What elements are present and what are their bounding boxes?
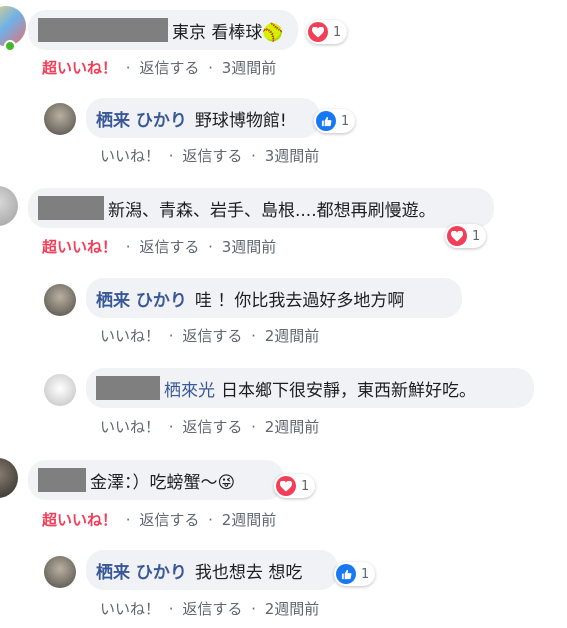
heart-icon: [276, 476, 296, 496]
avatar[interactable]: [44, 556, 76, 588]
super-like-button[interactable]: 超いいね！: [42, 511, 117, 529]
comment-bubble: 東京 看棒球🥎: [28, 10, 298, 50]
comment-text: 東京 看棒球🥎: [172, 22, 284, 43]
comment-actions: 超いいね！ · 返信する · 3週間前: [42, 236, 276, 257]
separator: ·: [168, 600, 174, 618]
separator: ·: [125, 238, 131, 256]
reply-bubble: 栖來光 日本鄉下很安靜，東西新鮮好吃。: [86, 368, 534, 408]
separator: ·: [168, 418, 174, 436]
like-button[interactable]: いいね！: [100, 418, 160, 436]
reply-text: 日本鄉下很安靜，東西新鮮好吃。: [221, 380, 476, 401]
comment-bubble: 新潟、青森、岩手、島根....都想再刷慢遊。: [28, 188, 494, 228]
separator: ·: [208, 511, 213, 529]
separator: ·: [251, 147, 256, 165]
separator: ·: [208, 238, 213, 256]
reaction-summary[interactable]: 1: [274, 474, 316, 498]
super-like-button[interactable]: 超いいね！: [42, 59, 117, 77]
separator: ·: [125, 59, 131, 77]
thumbs-up-icon: [336, 564, 356, 584]
timestamp[interactable]: 2週間前: [265, 600, 320, 618]
timestamp[interactable]: 3週間前: [222, 238, 277, 256]
reaction-summary[interactable]: 1: [306, 20, 348, 44]
reply-actions: いいね！ · 返信する · 3週間前: [100, 145, 319, 166]
online-status-dot: [4, 40, 16, 52]
commenter-name[interactable]: 栖来 ひかり: [96, 106, 187, 131]
commenter-name[interactable]: 栖來光: [164, 376, 215, 401]
timestamp[interactable]: 2週間前: [265, 418, 320, 436]
heart-icon: [447, 226, 467, 246]
separator: ·: [208, 59, 213, 77]
comment-bubble: 金澤：）吃螃蟹～😜: [28, 460, 284, 500]
redacted-name[interactable]: [96, 376, 160, 400]
timestamp[interactable]: 2週間前: [222, 511, 277, 529]
redacted-name[interactable]: [38, 196, 104, 220]
reaction-count: 1: [341, 113, 350, 129]
separator: ·: [168, 147, 174, 165]
super-like-button[interactable]: 超いいね！: [42, 238, 117, 256]
reply-actions: いいね！ · 返信する · 2週間前: [100, 325, 319, 346]
commenter-name[interactable]: 栖来 ひかり: [96, 286, 187, 311]
reply-bubble: 栖来 ひかり 哇 ！你比我去過好多地方啊: [86, 278, 462, 318]
avatar[interactable]: [0, 186, 18, 226]
reply-button[interactable]: 返信する: [139, 238, 199, 256]
redacted-name[interactable]: [38, 18, 168, 42]
reaction-summary[interactable]: 1: [445, 224, 487, 248]
reply-actions: いいね！ · 返信する · 2週間前: [100, 416, 319, 437]
separator: ·: [251, 418, 256, 436]
reaction-summary[interactable]: 1: [314, 109, 356, 133]
like-button[interactable]: いいね！: [100, 600, 160, 618]
timestamp[interactable]: 3週間前: [265, 147, 320, 165]
reply-text: 哇 ！你比我去過好多地方啊: [194, 290, 405, 311]
reaction-count: 1: [361, 566, 370, 582]
avatar[interactable]: [44, 284, 76, 316]
thumbs-up-icon: [316, 111, 336, 131]
reaction-count: 1: [301, 478, 310, 494]
reply-button[interactable]: 返信する: [139, 59, 199, 77]
avatar[interactable]: [44, 103, 76, 135]
reaction-summary[interactable]: 1: [334, 562, 376, 586]
avatar[interactable]: [44, 374, 76, 406]
separator: ·: [168, 327, 174, 345]
reply-bubble: 栖来 ひかり 我也想去 想吃: [86, 550, 338, 590]
like-button[interactable]: いいね！: [100, 327, 160, 345]
heart-icon: [308, 22, 328, 42]
timestamp[interactable]: 2週間前: [265, 327, 320, 345]
separator: ·: [251, 327, 256, 345]
comment-text: 新潟、青森、岩手、島根....都想再刷慢遊。: [108, 200, 436, 221]
timestamp[interactable]: 3週間前: [222, 59, 277, 77]
reply-button[interactable]: 返信する: [182, 327, 242, 345]
comment-actions: 超いいね！ · 返信する · 3週間前: [42, 57, 276, 78]
reply-button[interactable]: 返信する: [182, 600, 242, 618]
reply-text: 野球博物館!: [194, 110, 287, 131]
avatar[interactable]: [0, 458, 18, 498]
commenter-name[interactable]: 栖来 ひかり: [96, 558, 187, 583]
reply-button[interactable]: 返信する: [139, 511, 199, 529]
redacted-name[interactable]: [38, 468, 86, 492]
reply-actions: いいね！ · 返信する · 2週間前: [100, 598, 319, 619]
reply-button[interactable]: 返信する: [182, 147, 242, 165]
reaction-count: 1: [333, 24, 342, 40]
reply-bubble: 栖来 ひかり 野球博物館!: [86, 98, 320, 138]
reply-button[interactable]: 返信する: [182, 418, 242, 436]
reply-text: 我也想去 想吃: [194, 562, 303, 583]
reaction-count: 1: [472, 228, 481, 244]
like-button[interactable]: いいね！: [100, 147, 160, 165]
separator: ·: [125, 511, 131, 529]
comment-text: 金澤：）吃螃蟹～😜: [90, 472, 236, 493]
comment-actions: 超いいね！ · 返信する · 2週間前: [42, 509, 276, 530]
separator: ·: [251, 600, 256, 618]
